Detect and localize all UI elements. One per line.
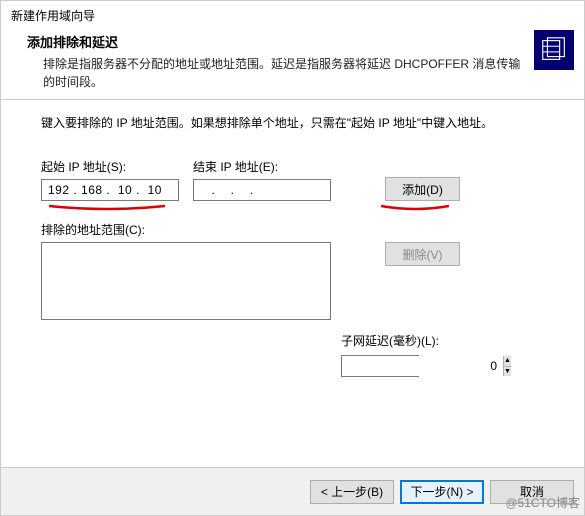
back-button[interactable]: < 上一步(B) [310,480,394,504]
delay-input[interactable] [342,356,503,376]
start-ip-input[interactable] [41,179,179,201]
instruction-text: 键入要排除的 IP 地址范围。如果想排除单个地址，只需在"起始 IP 地址"中键… [41,114,548,132]
start-ip-label: 起始 IP 地址(S): [41,158,179,175]
watermark-text: @51CTO博客 [505,494,580,511]
delete-button[interactable]: 删除(V) [385,242,460,266]
window-title: 新建作用域向导 [1,1,584,28]
spinner-up-icon[interactable]: ▲ [504,356,511,367]
server-icon [534,30,574,70]
wizard-header: 添加排除和延迟 排除是指服务器不分配的地址或地址范围。延迟是指服务器将延迟 DH… [1,28,584,100]
delay-spinner[interactable]: ▲ ▼ [341,355,419,377]
annotation-underline-add [379,203,451,211]
end-ip-input[interactable] [193,179,331,201]
end-ip-label: 结束 IP 地址(E): [193,158,331,175]
add-button[interactable]: 添加(D) [385,177,460,201]
next-button[interactable]: 下一步(N) > [400,480,484,504]
wizard-nav-bar: < 上一步(B) 下一步(N) > 取消 [1,467,584,515]
delay-label: 子网延迟(毫秒)(L): [341,332,548,349]
header-description: 排除是指服务器不分配的地址或地址范围。延迟是指服务器将延迟 DHCPOFFER … [27,55,526,91]
spinner-down-icon[interactable]: ▼ [504,367,511,377]
annotation-underline-ip [47,203,167,211]
excluded-range-list[interactable] [41,242,331,320]
excluded-range-label: 排除的地址范围(C): [41,221,548,238]
header-title: 添加排除和延迟 [27,32,526,51]
